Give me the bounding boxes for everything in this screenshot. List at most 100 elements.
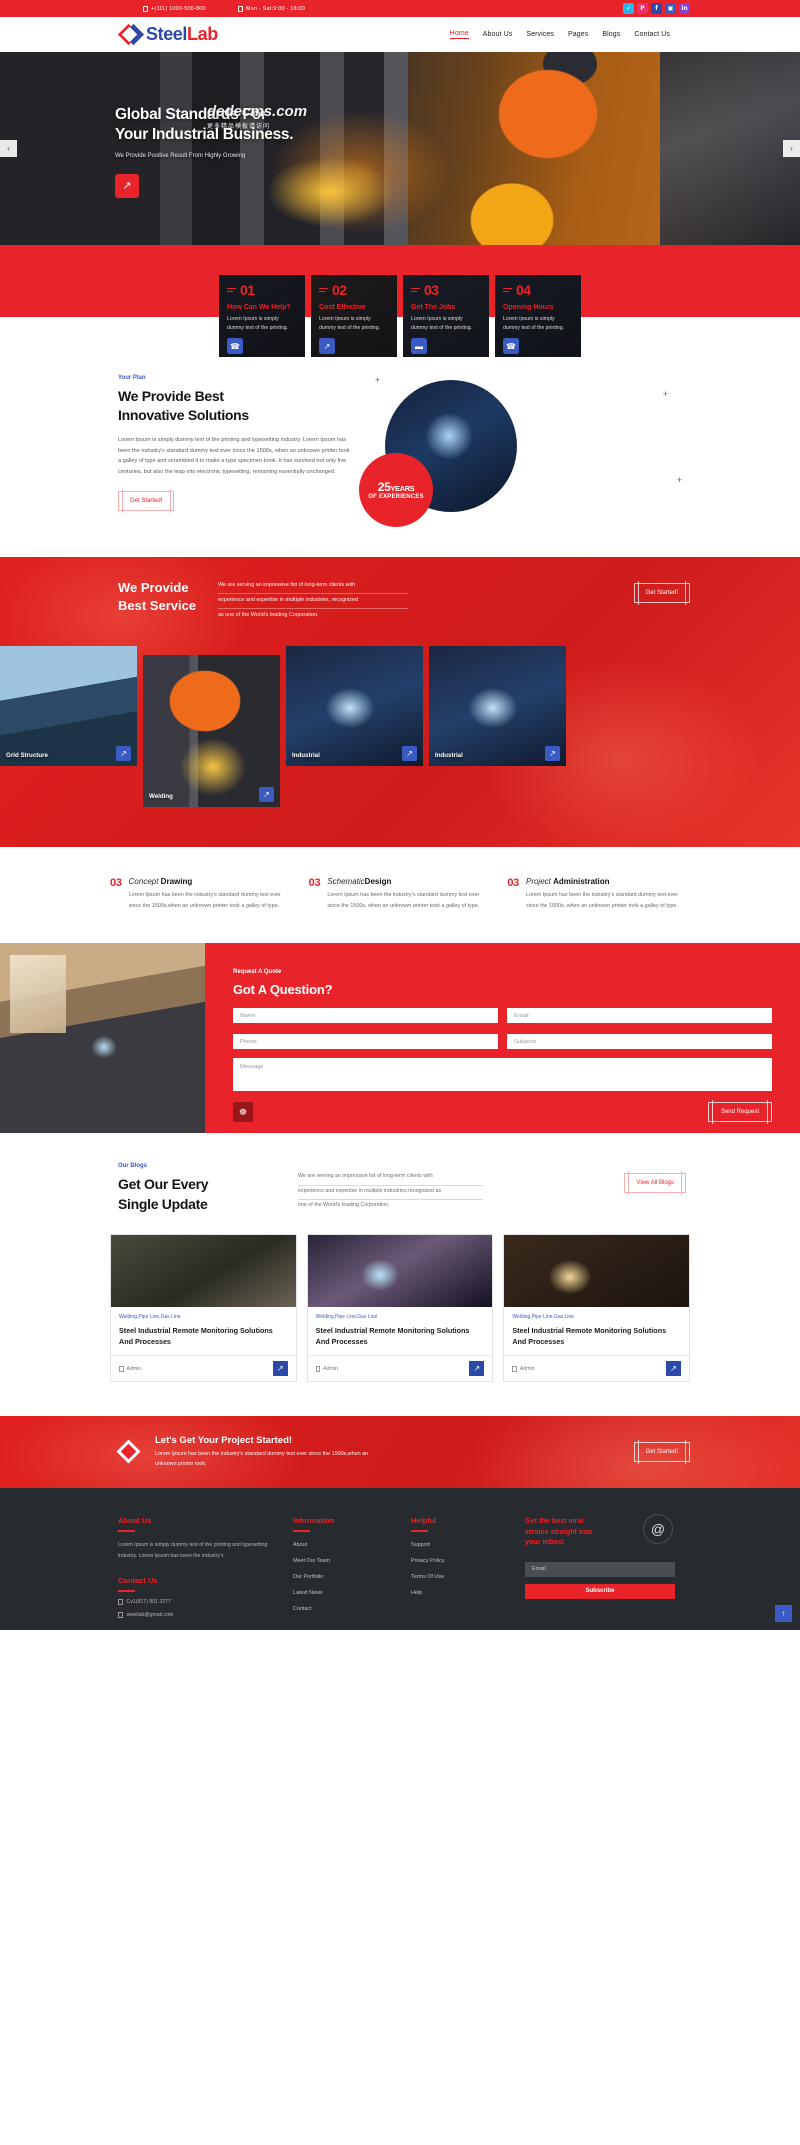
blog-card-author-name: Admin: [126, 1365, 142, 1372]
arrow-icon[interactable]: ↗: [545, 745, 560, 761]
nav-item-services[interactable]: Services: [526, 31, 554, 38]
blog-card-body: Welding,Pipe Line,Gas Line Steel Industri…: [111, 1307, 296, 1347]
process-item: 03 SchematicDesign Lorem Ipsum has been th…: [309, 877, 492, 912]
footer-helpful-head: Helpful: [411, 1516, 437, 1526]
arrow-icon[interactable]: ↗: [469, 1361, 485, 1377]
hero-next-button[interactable]: ›: [783, 140, 800, 157]
process-body: SchematicDesign Lorem Ipsum has been the …: [327, 877, 491, 912]
footer-helpful-link[interactable]: Support: [411, 1542, 509, 1548]
hero-title: Global Standards For Your Industrial Bus…: [115, 105, 690, 146]
cta-diamond-icon: [116, 1439, 144, 1465]
hero-cta-button[interactable]: ↗: [115, 173, 139, 198]
arrow-icon[interactable]: ↗: [259, 786, 274, 802]
arrow-icon[interactable]: ↗: [402, 745, 417, 761]
blog-section: Our Blogs Get Our Every Single Update We…: [0, 1133, 800, 1416]
quote-name-input[interactable]: Name: [233, 1008, 498, 1024]
growth-arrow-icon[interactable]: ↗: [319, 338, 335, 355]
gallery-image: Grid Structure ↗: [0, 645, 137, 766]
blog-desc-line1: We are serving an impressive list of lon…: [298, 1171, 483, 1186]
blog-card-image: [504, 1235, 690, 1308]
plan-paragraph: Lorem Ipsum is simply dummy text of the …: [118, 436, 350, 476]
quote-phone-input[interactable]: Phone: [233, 1034, 498, 1050]
nav-item-blogs[interactable]: Blogs: [602, 31, 620, 38]
footer-info-link[interactable]: Latest News: [293, 1590, 391, 1596]
feature-card[interactable]: 01 How Can We Help? Lorem Ipsum is simply …: [219, 275, 305, 357]
user-icon: [512, 1366, 517, 1372]
process-title-italic: Project: [525, 876, 554, 886]
back-to-top-button[interactable]: ↑: [775, 1604, 792, 1622]
nav-item-pages[interactable]: Pages: [568, 31, 588, 38]
gallery-item[interactable]: Industrial ↗: [286, 645, 423, 807]
footer-info-link[interactable]: About: [293, 1542, 391, 1548]
user-icon: [119, 1366, 124, 1372]
footer-helpful-link[interactable]: Help: [411, 1590, 509, 1596]
newsletter-email-input[interactable]: Email: [525, 1561, 675, 1577]
feature-card[interactable]: 04 Opening Hours Lorem Ipsum is simply dum…: [495, 275, 581, 357]
footer-phone[interactable]: Cv1(817) 901 2277: [118, 1599, 273, 1605]
footer-info-head: Information: [293, 1516, 335, 1526]
blog-card-author: Admin: [119, 1366, 141, 1372]
phone-icon[interactable]: ☎: [503, 338, 519, 355]
feature-card-text: Lorem Ipsum is simply dummy text of the …: [227, 316, 289, 331]
topbar-phone[interactable]: +(111) 1000-500-800: [143, 5, 206, 12]
plan-visual: + + + + 25YEARS OF EXPERIENCES: [359, 375, 690, 527]
twitter-icon[interactable]: ✓: [623, 3, 634, 14]
footer-helpful-column: Helpful Support Privacy Policy Terms Of Us…: [411, 1516, 509, 1618]
nav-item-home[interactable]: Home: [449, 30, 469, 39]
process-title-bold: Drawing: [160, 876, 193, 886]
send-request-button[interactable]: Send Request: [707, 1100, 772, 1125]
instagram-icon[interactable]: ▣: [665, 3, 676, 14]
blog-card[interactable]: Welding,Pipe Line,Gas Line Steel Industri…: [306, 1234, 494, 1383]
logo[interactable]: SteelLab: [117, 22, 218, 48]
arrow-icon[interactable]: ↗: [116, 745, 131, 761]
pinterest-icon[interactable]: P: [637, 3, 648, 14]
footer-info-link[interactable]: Meet Our Team: [293, 1558, 391, 1564]
blog-card[interactable]: Welding,Pipe Line,Gas Line Steel Industri…: [110, 1234, 297, 1383]
newsletter-head-line1: Get the best viral: [525, 1516, 584, 1526]
cta-get-started-button[interactable]: Get Started!: [633, 1440, 690, 1465]
feature-card[interactable]: 02 Cost Effective Lorem Ipsum is simply du…: [311, 275, 397, 357]
quote-message-textarea[interactable]: Message: [233, 1058, 772, 1092]
gallery-item[interactable]: Industrial ↗: [429, 645, 566, 807]
blog-eyebrow: Our Blogs: [118, 1163, 148, 1170]
service-title: We Provide Best Service: [118, 579, 196, 615]
quote-email-input[interactable]: Email: [507, 1008, 772, 1024]
linkedin-icon[interactable]: in: [679, 3, 690, 14]
phone-icon[interactable]: ☎: [227, 338, 243, 355]
footer-email[interactable]: steellab@gmail.com: [118, 1612, 273, 1618]
blog-card[interactable]: Welding,Pipe Line,Gas Line Steel Industri…: [503, 1234, 691, 1383]
footer-helpful-link[interactable]: Privacy Policy: [411, 1558, 509, 1564]
arrow-icon[interactable]: ↗: [666, 1361, 682, 1377]
footer-info-link[interactable]: Contact: [293, 1606, 391, 1612]
process-text: Lorem Ipsum has been the industry's stan…: [327, 891, 480, 909]
briefcase-icon[interactable]: ▬: [411, 338, 427, 355]
facebook-icon[interactable]: f: [651, 3, 662, 14]
gallery-item[interactable]: Grid Structure ↗: [0, 645, 137, 807]
service-get-started-button[interactable]: Get Started!: [633, 581, 690, 605]
gallery-item[interactable]: Welding ↗: [143, 654, 280, 807]
badge-years: YEARS: [390, 484, 415, 493]
subscribe-button[interactable]: Subscribe: [525, 1583, 675, 1599]
feature-card-text: Lorem Ipsum is simply dummy text of the …: [319, 316, 381, 331]
view-all-blogs-button[interactable]: View All Blogs: [624, 1171, 686, 1196]
gallery-label: Grid Structure: [6, 751, 48, 759]
feature-card[interactable]: 03 Get The Jobs Lorem Ipsum is simply dumm…: [403, 275, 489, 357]
process-section: 03 Concept Drawing Lorem Ipsum has been th…: [0, 847, 800, 944]
footer-divider-4: [411, 1530, 428, 1532]
nav-item-contact-us[interactable]: Contact Us: [634, 31, 670, 38]
hero-prev-button[interactable]: ‹: [0, 140, 17, 157]
footer-newsletter-column: @ Get the best viral stroies straight in…: [525, 1514, 675, 1618]
plan-get-started-button[interactable]: Get Started!: [118, 489, 175, 514]
process-number: 03: [110, 876, 122, 889]
quote-subject-input[interactable]: Subjects: [507, 1034, 772, 1050]
plan-title-line2: Innovative Solutions: [118, 407, 249, 424]
feature-card-number: 01: [240, 282, 255, 298]
footer-info-link[interactable]: Our Portfolio: [293, 1574, 391, 1580]
nav-item-about-us[interactable]: About Us: [483, 31, 513, 38]
blog-desc-line2: experience and expertise in multiple ind…: [298, 1186, 483, 1200]
footer-helpful-link[interactable]: Terms Of Use: [411, 1574, 509, 1580]
user-icon: [315, 1366, 321, 1372]
arrow-icon[interactable]: ↗: [272, 1361, 288, 1377]
service-title-line1: We Provide: [118, 580, 189, 595]
gallery-image: Industrial ↗: [429, 645, 566, 766]
